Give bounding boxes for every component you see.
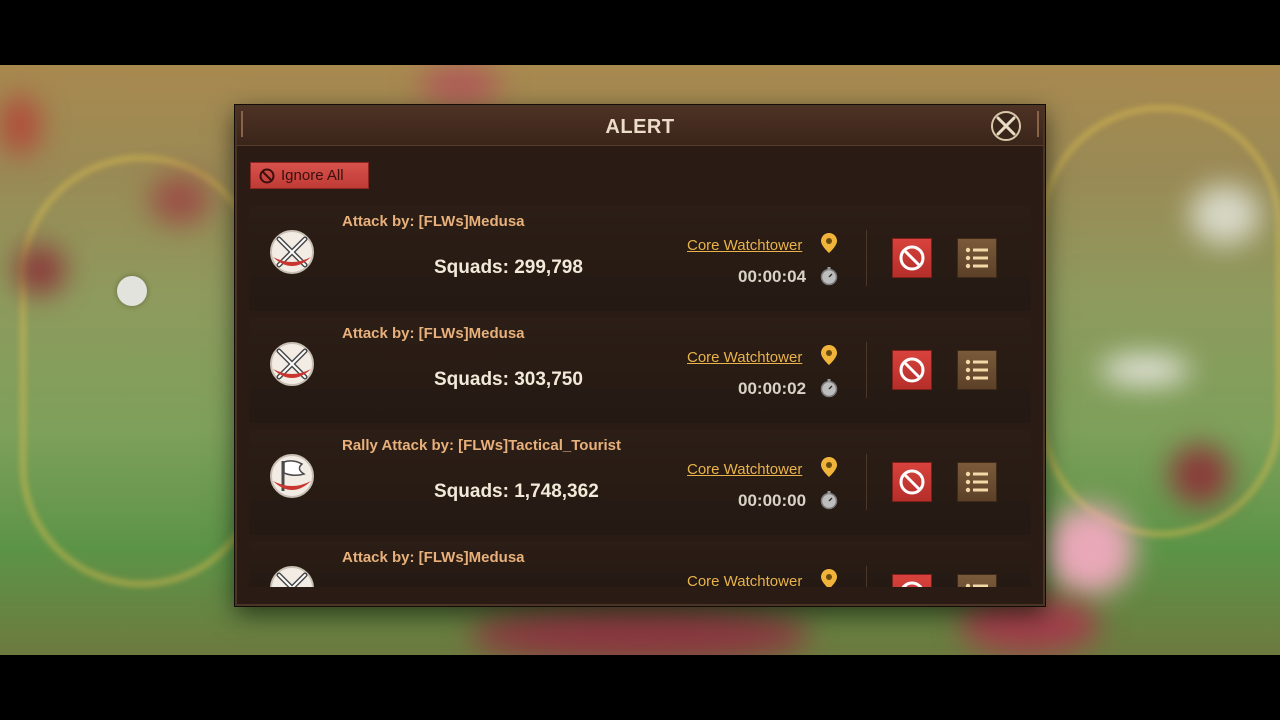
prohibited-icon: [899, 245, 925, 271]
close-icon: [991, 111, 1021, 141]
map-object: [1190, 185, 1260, 245]
countdown-timer: 00:00:02: [738, 379, 807, 398]
alert-row: Attack by: [FLWs]Medusa Core Watchtower: [249, 541, 1031, 587]
map-object: [420, 65, 500, 105]
location-pin-icon: [821, 345, 837, 365]
map-object: [1100, 355, 1190, 385]
list-icon: [965, 471, 988, 493]
ignore-all-label: Ignore All: [281, 167, 344, 184]
alert-details-button[interactable]: [957, 350, 997, 390]
map-road: [20, 155, 262, 587]
touch-indicator: [117, 276, 147, 306]
alert-row: Attack by: [FLWs]Medusa Squads: 303,750 …: [249, 317, 1031, 423]
target-link[interactable]: Core Watchtower: [687, 237, 802, 254]
prohibited-icon: [899, 469, 925, 495]
close-button[interactable]: [989, 109, 1023, 143]
ignore-all-button[interactable]: Ignore All: [250, 162, 369, 189]
alert-details-button[interactable]: [957, 462, 997, 502]
dialog-title-bar: ALERT: [237, 107, 1043, 146]
map-object: [150, 175, 210, 225]
squads-count: Squads: 303,750: [434, 369, 583, 390]
alert-row: Attack by: [FLWs]Medusa Squads: 299,798 …: [249, 205, 1031, 311]
row-divider: [866, 342, 867, 398]
rally-flag-icon: [270, 454, 314, 498]
alert-details-button[interactable]: [957, 574, 997, 587]
squads-count: Squads: 299,798: [434, 257, 583, 278]
ignore-alert-button[interactable]: [892, 462, 932, 502]
ignore-alert-button[interactable]: [892, 350, 932, 390]
dialog-title: ALERT: [605, 116, 675, 138]
map-object: [1045, 505, 1135, 595]
crossed-swords-icon: [270, 566, 314, 587]
alert-dialog: ALERT Ignore All Attack by: [FLWs]Medusa…: [235, 105, 1045, 606]
countdown-timer: 00:00:00: [738, 491, 807, 510]
ignore-alert-button[interactable]: [892, 238, 932, 278]
stopwatch-icon: [820, 491, 838, 510]
attacker-label: Rally Attack by: [FLWs]Tactical_Tourist: [342, 437, 621, 454]
attacker-label: Attack by: [FLWs]Medusa: [342, 325, 525, 342]
crossed-swords-icon: [270, 230, 314, 274]
map-road: [1040, 105, 1280, 537]
location-pin-icon: [821, 233, 837, 253]
map-object: [1170, 445, 1230, 505]
prohibited-icon: [899, 357, 925, 383]
target-link[interactable]: Core Watchtower: [687, 573, 802, 587]
row-divider: [866, 566, 867, 587]
prohibited-icon: [901, 581, 923, 587]
location-pin-icon: [821, 569, 837, 587]
attacker-label: Attack by: [FLWs]Medusa: [342, 549, 525, 566]
list-icon: [965, 583, 988, 587]
squads-count: Squads: 1,748,362: [434, 481, 599, 502]
map-object: [0, 95, 40, 155]
prohibited-icon: [259, 168, 275, 183]
list-icon: [965, 359, 988, 381]
target-link[interactable]: Core Watchtower: [687, 349, 802, 366]
map-object: [470, 605, 810, 655]
location-pin-icon: [821, 457, 837, 477]
attacker-label: Attack by: [FLWs]Medusa: [342, 213, 525, 230]
crossed-swords-icon: [270, 342, 314, 386]
alert-row: Rally Attack by: [FLWs]Tactical_Tourist …: [249, 429, 1031, 535]
alert-details-button[interactable]: [957, 238, 997, 278]
list-icon: [965, 247, 988, 269]
stopwatch-icon: [820, 267, 838, 286]
map-object: [15, 245, 65, 295]
target-link[interactable]: Core Watchtower: [687, 461, 802, 478]
row-divider: [866, 230, 867, 286]
ignore-alert-button[interactable]: [892, 574, 932, 587]
row-divider: [866, 454, 867, 510]
countdown-timer: 00:00:04: [738, 267, 807, 286]
stopwatch-icon: [820, 379, 838, 398]
